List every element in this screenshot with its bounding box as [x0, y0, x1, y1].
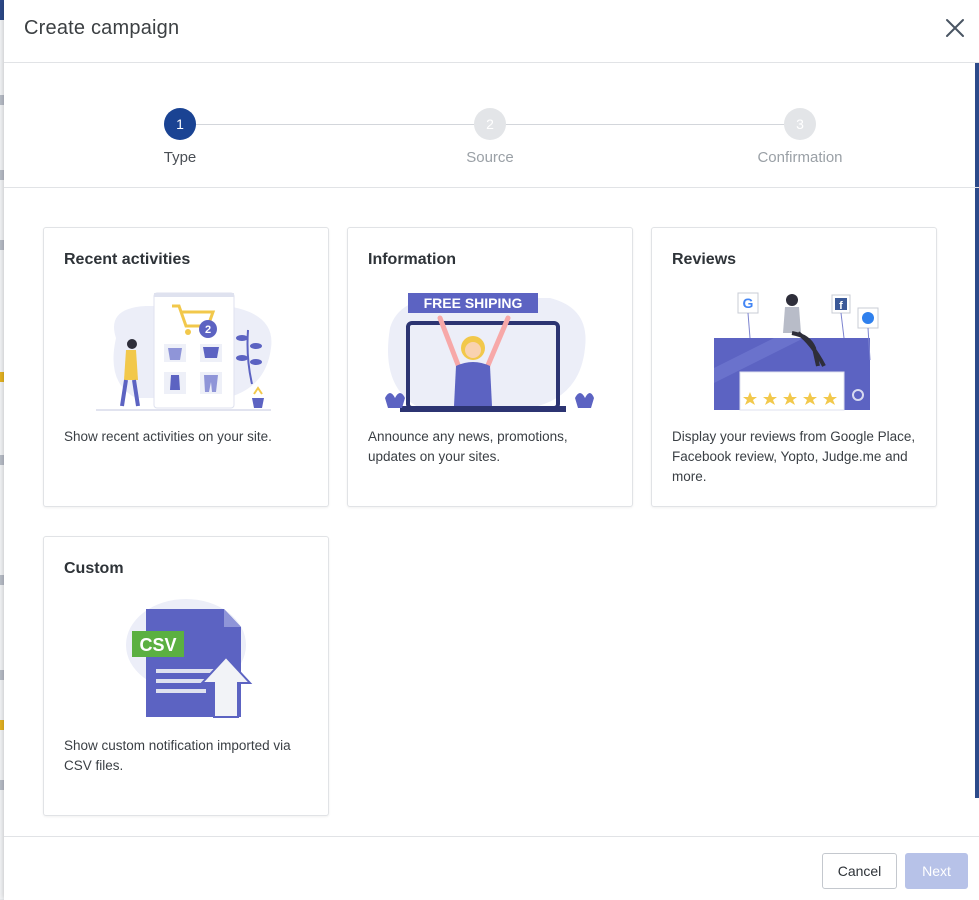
card-title: Reviews: [672, 251, 737, 268]
card-title: Recent activities: [64, 251, 191, 268]
modal-title: Create campaign: [24, 17, 180, 39]
step-label: Type: [163, 149, 197, 166]
card-information[interactable]: Information FREE SHIPING Announce any ne…: [347, 227, 633, 507]
shopping-cart-illustration: 2: [96, 292, 272, 411]
google-icon: G: [743, 295, 754, 311]
cancel-button[interactable]: Cancel: [822, 853, 897, 889]
facebook-icon: f: [839, 300, 843, 312]
modal-header: Create campaign: [4, 0, 979, 63]
step-confirmation: 3 Confirmation: [740, 108, 860, 166]
card-description: Announce any news, promotions, updates o…: [368, 429, 568, 464]
close-icon: [946, 19, 964, 37]
step-number: 2: [474, 108, 506, 140]
card-description: Display your reviews from Google Place, …: [672, 429, 916, 484]
card-reviews[interactable]: Reviews G f Display your reviews from Go…: [651, 227, 937, 507]
step-type: 1 Type: [120, 108, 240, 166]
step-label: Source: [466, 149, 514, 166]
csv-badge: CSV: [139, 635, 176, 655]
campaign-stepper: 1 Type 2 Source 3 Confirmation: [4, 63, 979, 188]
card-title: Information: [368, 251, 456, 268]
create-campaign-modal: Create campaign 1 Type 2 Source 3 Confir…: [4, 0, 979, 900]
step-label: Confirmation: [757, 149, 843, 166]
modal-footer: Cancel Next: [4, 836, 979, 900]
card-custom[interactable]: Custom CSV Show custom notification impo…: [43, 536, 329, 816]
step-source: 2 Source: [430, 108, 550, 166]
csv-upload-illustration: CSV: [126, 599, 253, 718]
reviews-illustration: G f: [714, 292, 879, 411]
card-description: Show custom notification imported via CS…: [64, 738, 291, 773]
card-recent-activities[interactable]: Recent activities 2 Show recent activiti…: [43, 227, 329, 507]
step-number: 3: [784, 108, 816, 140]
cart-badge-count: 2: [205, 324, 211, 336]
card-description: Show recent activities on your site.: [64, 429, 272, 444]
close-button[interactable]: [943, 16, 967, 40]
next-button[interactable]: Next: [905, 853, 968, 889]
free-shipping-illustration: FREE SHIPING: [385, 293, 594, 412]
free-shipping-banner: FREE SHIPING: [424, 295, 523, 311]
step-number: 1: [164, 108, 196, 140]
yotpo-icon: [862, 312, 874, 324]
card-title: Custom: [64, 560, 124, 577]
